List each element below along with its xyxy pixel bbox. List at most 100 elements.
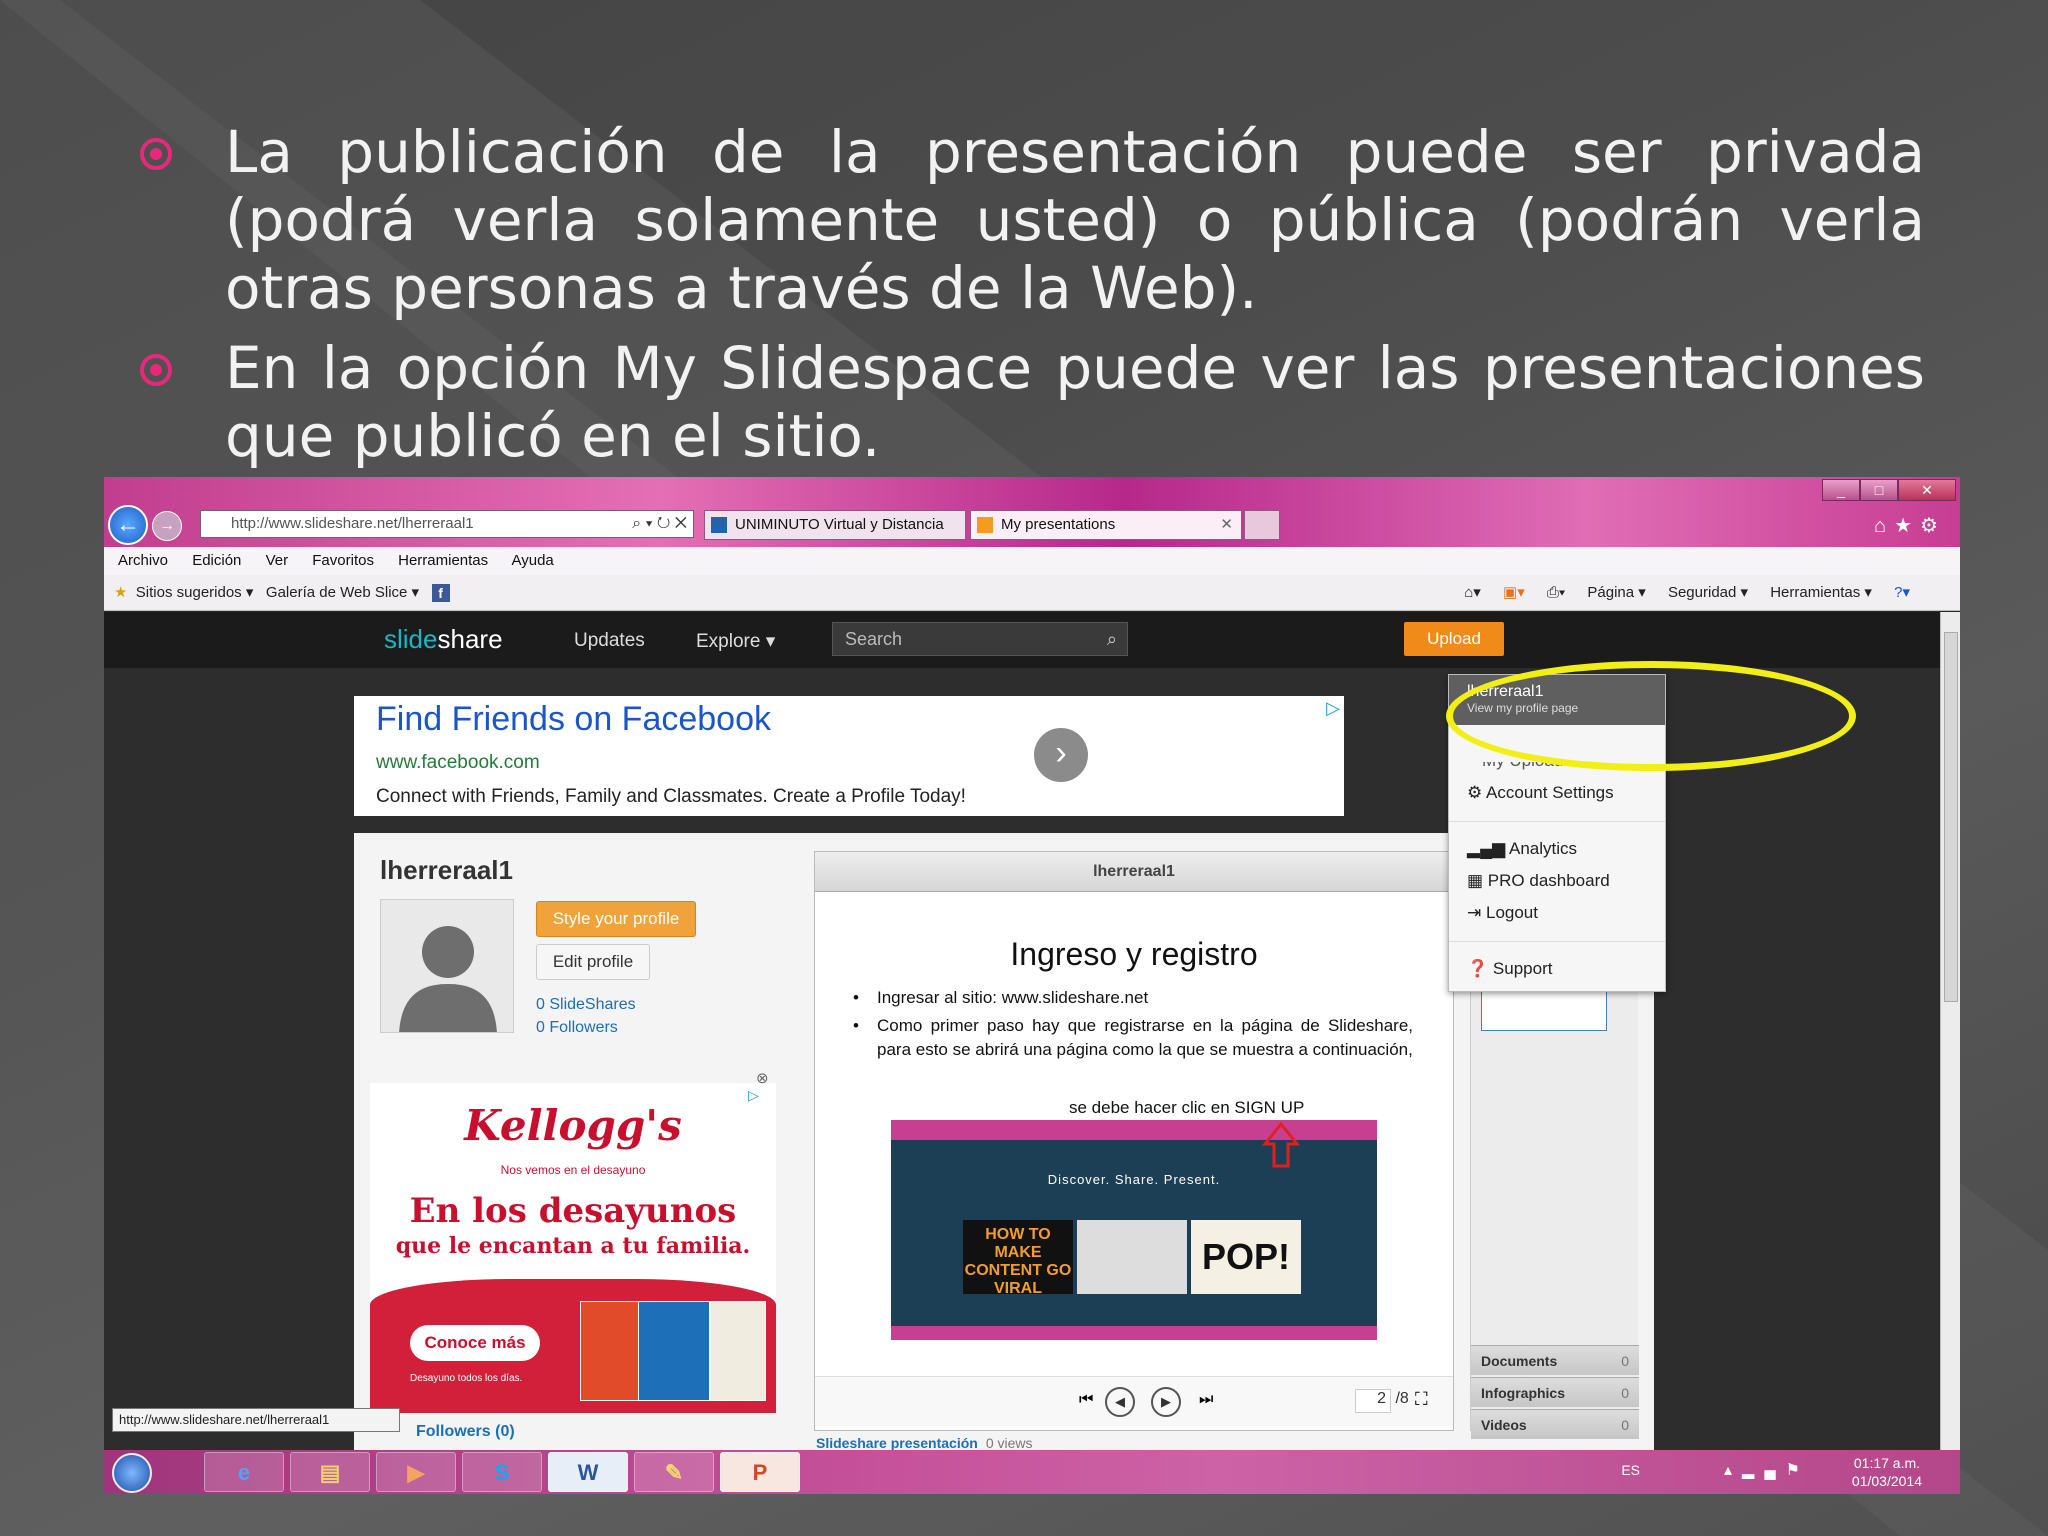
command-bar: ⌂▾ ▣▾ ⎙▾ Página ▾ Seguridad ▾ Herramient…: [1446, 575, 1910, 611]
style-profile-button[interactable]: Style your profile: [536, 901, 696, 937]
viewer-list-item: Como primer paso hay que registrarse en …: [853, 1014, 1413, 1062]
avatar[interactable]: [380, 899, 514, 1033]
address-controls-icon[interactable]: ⌕ ▾ ↻ ✕: [632, 511, 687, 537]
word-taskbar-icon[interactable]: W: [548, 1452, 628, 1492]
tab-uniminuto[interactable]: UNIMINUTO Virtual y Distancia: [704, 510, 966, 540]
help-icon[interactable]: ?▾: [1894, 584, 1910, 601]
sidebar-row-infographics[interactable]: Infographics 0: [1471, 1377, 1639, 1407]
kelloggs-cta-button[interactable]: Conoce más: [410, 1325, 540, 1361]
kelloggs-headline: En los desayunos: [409, 1191, 737, 1231]
presentation-views: 0 views: [985, 1435, 1033, 1451]
kelloggs-tagline: Nos vemos en el desayuno: [500, 1163, 646, 1177]
edit-profile-button[interactable]: Edit profile: [536, 944, 650, 980]
followers-link[interactable]: 0 Followers: [536, 1019, 618, 1037]
red-arrow-icon: [1261, 1121, 1301, 1168]
slideshares-link[interactable]: 0 SlideShares: [536, 996, 636, 1014]
dropdown-support[interactable]: ❓ Support: [1467, 959, 1552, 979]
embedded-tile-portrait: [1077, 1220, 1187, 1294]
menu-herramientas[interactable]: Herramientas: [398, 552, 488, 569]
row-label: Videos: [1481, 1417, 1527, 1433]
vertical-scrollbar[interactable]: [1940, 612, 1960, 1450]
page-indicator[interactable]: 2 /8: [1355, 1389, 1409, 1413]
maximize-icon[interactable]: □: [1860, 479, 1898, 501]
slide-bullets: La publicación de la presentación puede …: [140, 118, 1925, 482]
language-indicator[interactable]: ES: [1621, 1462, 1640, 1478]
menu-ver[interactable]: Ver: [266, 552, 289, 569]
adchoices-icon[interactable]: ▷: [1326, 698, 1340, 719]
tab-my-presentations[interactable]: My presentations ✕: [970, 510, 1242, 540]
search-icon[interactable]: ⌕: [1107, 623, 1117, 655]
adchoices-icon[interactable]: ▷: [748, 1087, 759, 1104]
page-current[interactable]: 2: [1355, 1389, 1391, 1413]
dropdown-pro-dashboard[interactable]: ▦ PRO dashboard: [1467, 871, 1610, 891]
search-input[interactable]: Search ⌕: [832, 622, 1128, 656]
menu-bar: Archivo Edición Ver Favoritos Herramient…: [104, 547, 1960, 575]
paint-taskbar-icon[interactable]: ✎: [634, 1452, 714, 1492]
internet-explorer-taskbar-icon[interactable]: e: [204, 1452, 284, 1492]
nav-explore[interactable]: Explore ▾: [696, 630, 775, 653]
command-herramientas[interactable]: Herramientas ▾: [1770, 584, 1872, 601]
command-seguridad[interactable]: Seguridad ▾: [1668, 584, 1748, 601]
favorite-sitios-sugeridos[interactable]: Sitios sugeridos ▾: [136, 584, 254, 601]
cereal-box-cornflakes: [710, 1301, 766, 1401]
cereal-box-chocokrispis: [580, 1301, 640, 1401]
minimize-icon[interactable]: _: [1822, 479, 1860, 501]
dropdown-analytics[interactable]: ▂▄▆ Analytics: [1467, 839, 1577, 859]
page-total: /8: [1395, 1390, 1409, 1407]
system-tray-icons[interactable]: ▴▂▄⚑: [1724, 1460, 1810, 1480]
sidebar-row-videos[interactable]: Videos 0: [1471, 1409, 1639, 1439]
clock[interactable]: 01:17 a.m. 01/03/2014: [1852, 1454, 1922, 1490]
first-slide-icon[interactable]: ⏮: [1079, 1391, 1093, 1409]
ad-url: www.facebook.com: [376, 752, 540, 773]
followers-footer[interactable]: Followers (0): [416, 1423, 515, 1441]
clock-date: 01/03/2014: [1851, 1473, 1922, 1489]
nav-updates[interactable]: Updates: [574, 630, 645, 652]
ad-arrow-icon[interactable]: ›: [1034, 728, 1088, 782]
bullet-item: La publicación de la presentación puede …: [140, 118, 1925, 322]
menu-ayuda[interactable]: Ayuda: [512, 552, 554, 569]
media-player-taskbar-icon[interactable]: ▶: [376, 1452, 456, 1492]
powerpoint-taskbar-icon[interactable]: P: [720, 1452, 800, 1492]
clock-time: 01:17 a.m.: [1853, 1455, 1921, 1471]
next-slide-icon[interactable]: ▶: [1151, 1387, 1181, 1417]
last-slide-icon[interactable]: ⏭: [1199, 1391, 1213, 1409]
dropdown-account-settings[interactable]: ⚙ Account Settings: [1467, 783, 1614, 803]
dropdown-logout[interactable]: ⇥ Logout: [1467, 903, 1538, 923]
facebook-ad[interactable]: Find Friends on Facebook www.facebook.co…: [354, 696, 1344, 816]
home-icon[interactable]: ⌂▾: [1464, 584, 1481, 601]
command-pagina[interactable]: Página ▾: [1587, 584, 1645, 601]
address-bar[interactable]: http://www.slideshare.net/lherreraal1 ⌕ …: [200, 510, 694, 538]
dropdown-divider: [1449, 821, 1665, 822]
start-button[interactable]: [112, 1453, 152, 1493]
previous-slide-icon[interactable]: ◀: [1105, 1387, 1135, 1417]
ie-toolbar-icons[interactable]: ⌂★⚙: [1874, 513, 1946, 538]
close-icon[interactable]: ✕: [1898, 479, 1956, 501]
favorites-star-icon[interactable]: ★: [114, 584, 127, 601]
menu-favoritos[interactable]: Favoritos: [312, 552, 374, 569]
presentation-title-link[interactable]: Slideshare presentación: [816, 1435, 978, 1451]
ad-close-icon[interactable]: ⊗: [756, 1069, 769, 1087]
favorite-web-slice[interactable]: Galería de Web Slice ▾: [266, 584, 419, 601]
scrollbar-thumb[interactable]: [1944, 632, 1958, 1002]
ad-title[interactable]: Find Friends on Facebook: [376, 700, 771, 739]
back-arrow-icon[interactable]: ←: [108, 505, 148, 545]
menu-archivo[interactable]: Archivo: [118, 552, 168, 569]
menu-edicion[interactable]: Edición: [192, 552, 241, 569]
embedded-tagline: Discover. Share. Present.: [1047, 1172, 1221, 1187]
fullscreen-icon[interactable]: ⛶: [1415, 1389, 1428, 1410]
skype-taskbar-icon[interactable]: S: [462, 1452, 542, 1492]
facebook-icon[interactable]: f: [431, 584, 450, 603]
new-tab-button[interactable]: [1244, 510, 1280, 540]
logo-slide: slide: [384, 624, 438, 654]
slideshare-logo[interactable]: slideshare: [384, 624, 503, 655]
tab-close-icon[interactable]: ✕: [1220, 511, 1233, 539]
kelloggs-ad[interactable]: Kellogg's Nos vemos en el desayuno En lo…: [370, 1083, 776, 1413]
rss-icon[interactable]: ▣▾: [1503, 584, 1525, 601]
sidebar-row-documents[interactable]: Documents 0: [1471, 1345, 1639, 1375]
presentation-meta: Slideshare presentación 0 views: [816, 1435, 1033, 1451]
print-icon[interactable]: ⎙▾: [1547, 584, 1565, 601]
upload-button[interactable]: Upload: [1404, 622, 1504, 656]
file-explorer-taskbar-icon[interactable]: ▤: [290, 1452, 370, 1492]
forward-arrow-icon[interactable]: →: [152, 511, 182, 541]
windows-taskbar: e ▤ ▶ S W ✎ P ES ▴▂▄⚑ 01:17 a.m. 01/03/2…: [104, 1450, 1960, 1494]
